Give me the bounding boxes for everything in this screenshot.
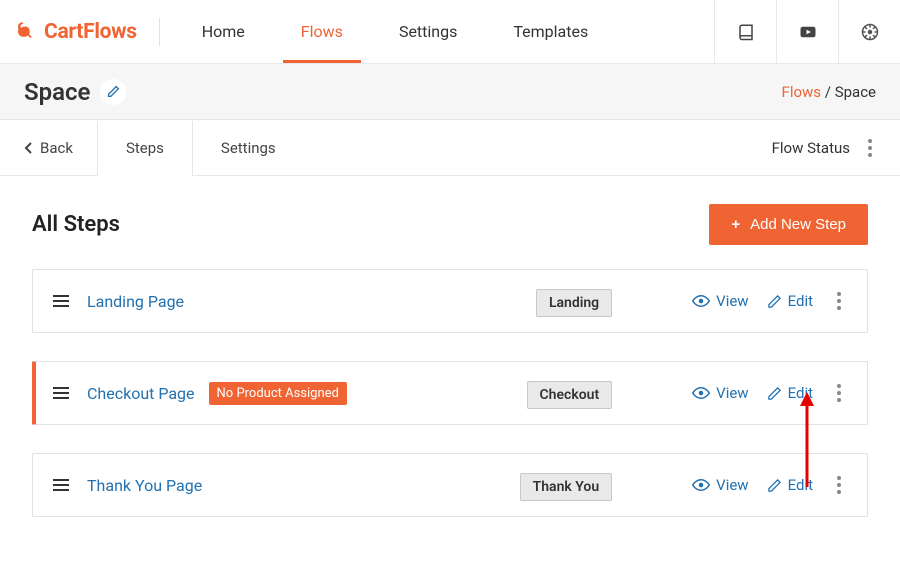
brand-name: CartFlows — [44, 20, 137, 44]
step-actions: View Edit — [692, 286, 847, 316]
view-label: View — [716, 476, 748, 494]
steps-panel: All Steps + Add New Step Landing Page La… — [0, 176, 900, 573]
view-button[interactable]: View — [692, 292, 748, 310]
step-name-link[interactable]: Landing Page — [87, 292, 184, 311]
cartflows-logo-icon — [18, 19, 38, 45]
step-type: Thank You — [520, 476, 613, 495]
step-more-menu[interactable] — [831, 470, 847, 500]
edit-button[interactable]: Edit — [767, 384, 813, 402]
view-button[interactable]: View — [692, 476, 748, 494]
step-name-link[interactable]: Checkout Page — [87, 384, 195, 403]
help-icon[interactable] — [838, 0, 900, 63]
step-type-badge: Checkout — [527, 381, 613, 409]
tab-row: Back Steps Settings Flow Status — [0, 120, 900, 176]
nav-settings[interactable]: Settings — [371, 0, 485, 63]
add-new-step-label: Add New Step — [750, 216, 846, 233]
add-new-step-button[interactable]: + Add New Step — [709, 204, 868, 245]
drag-handle-icon[interactable] — [53, 387, 69, 399]
page-header: Space Flows / Space — [0, 64, 900, 120]
step-type-badge: Landing — [536, 289, 612, 317]
eye-icon — [692, 384, 710, 402]
view-label: View — [716, 292, 748, 310]
breadcrumb-current: Space — [835, 83, 876, 101]
brand[interactable]: CartFlows — [0, 19, 155, 45]
back-label: Back — [40, 139, 73, 157]
page-title: Space — [24, 78, 126, 106]
nav-flows[interactable]: Flows — [273, 0, 371, 63]
breadcrumb: Flows / Space — [782, 83, 876, 101]
tab-settings[interactable]: Settings — [193, 120, 304, 175]
divider — [159, 18, 160, 46]
view-button[interactable]: View — [692, 384, 748, 402]
flow-more-menu[interactable] — [862, 133, 878, 163]
view-label: View — [716, 384, 748, 402]
plus-icon: + — [731, 216, 740, 233]
eye-icon — [692, 476, 710, 494]
back-button[interactable]: Back — [0, 120, 97, 175]
flow-status-button[interactable]: Flow Status — [772, 139, 850, 157]
step-type: Checkout — [527, 384, 613, 403]
step-type-badge: Thank You — [520, 473, 613, 501]
drag-handle-icon[interactable] — [53, 295, 69, 307]
edit-title-button[interactable] — [100, 79, 126, 105]
video-icon[interactable] — [776, 0, 838, 63]
step-more-menu[interactable] — [831, 286, 847, 316]
page-title-text: Space — [24, 78, 90, 106]
primary-nav: Home Flows Settings Templates — [174, 0, 616, 63]
breadcrumb-parent[interactable]: Flows — [782, 83, 822, 101]
step-actions: View Edit — [692, 378, 847, 408]
step-card: Landing Page Landing View Edit — [32, 269, 868, 333]
edit-button[interactable]: Edit — [767, 476, 813, 494]
step-card: Thank You Page Thank You View Edit — [32, 453, 868, 517]
step-name-link[interactable]: Thank You Page — [87, 476, 202, 495]
docs-icon[interactable] — [714, 0, 776, 63]
list-header: All Steps + Add New Step — [32, 204, 868, 245]
edit-label: Edit — [788, 292, 813, 310]
pencil-icon — [767, 478, 782, 493]
edit-label: Edit — [788, 384, 813, 402]
tab-steps[interactable]: Steps — [97, 121, 193, 176]
edit-button[interactable]: Edit — [767, 292, 813, 310]
nav-templates[interactable]: Templates — [485, 0, 616, 63]
step-card: Checkout Page No Product Assigned Checko… — [32, 361, 868, 425]
drag-handle-icon[interactable] — [53, 479, 69, 491]
pencil-icon — [767, 294, 782, 309]
no-product-badge: No Product Assigned — [209, 382, 347, 405]
eye-icon — [692, 292, 710, 310]
breadcrumb-sep: / — [825, 83, 835, 101]
top-nav: CartFlows Home Flows Settings Templates — [0, 0, 900, 64]
list-title: All Steps — [32, 212, 120, 237]
step-more-menu[interactable] — [831, 378, 847, 408]
pencil-icon — [767, 386, 782, 401]
step-actions: View Edit — [692, 470, 847, 500]
nav-home[interactable]: Home — [174, 0, 273, 63]
topbar-actions — [714, 0, 900, 63]
chevron-left-icon — [24, 142, 32, 154]
edit-label: Edit — [788, 476, 813, 494]
step-type: Landing — [536, 292, 612, 311]
